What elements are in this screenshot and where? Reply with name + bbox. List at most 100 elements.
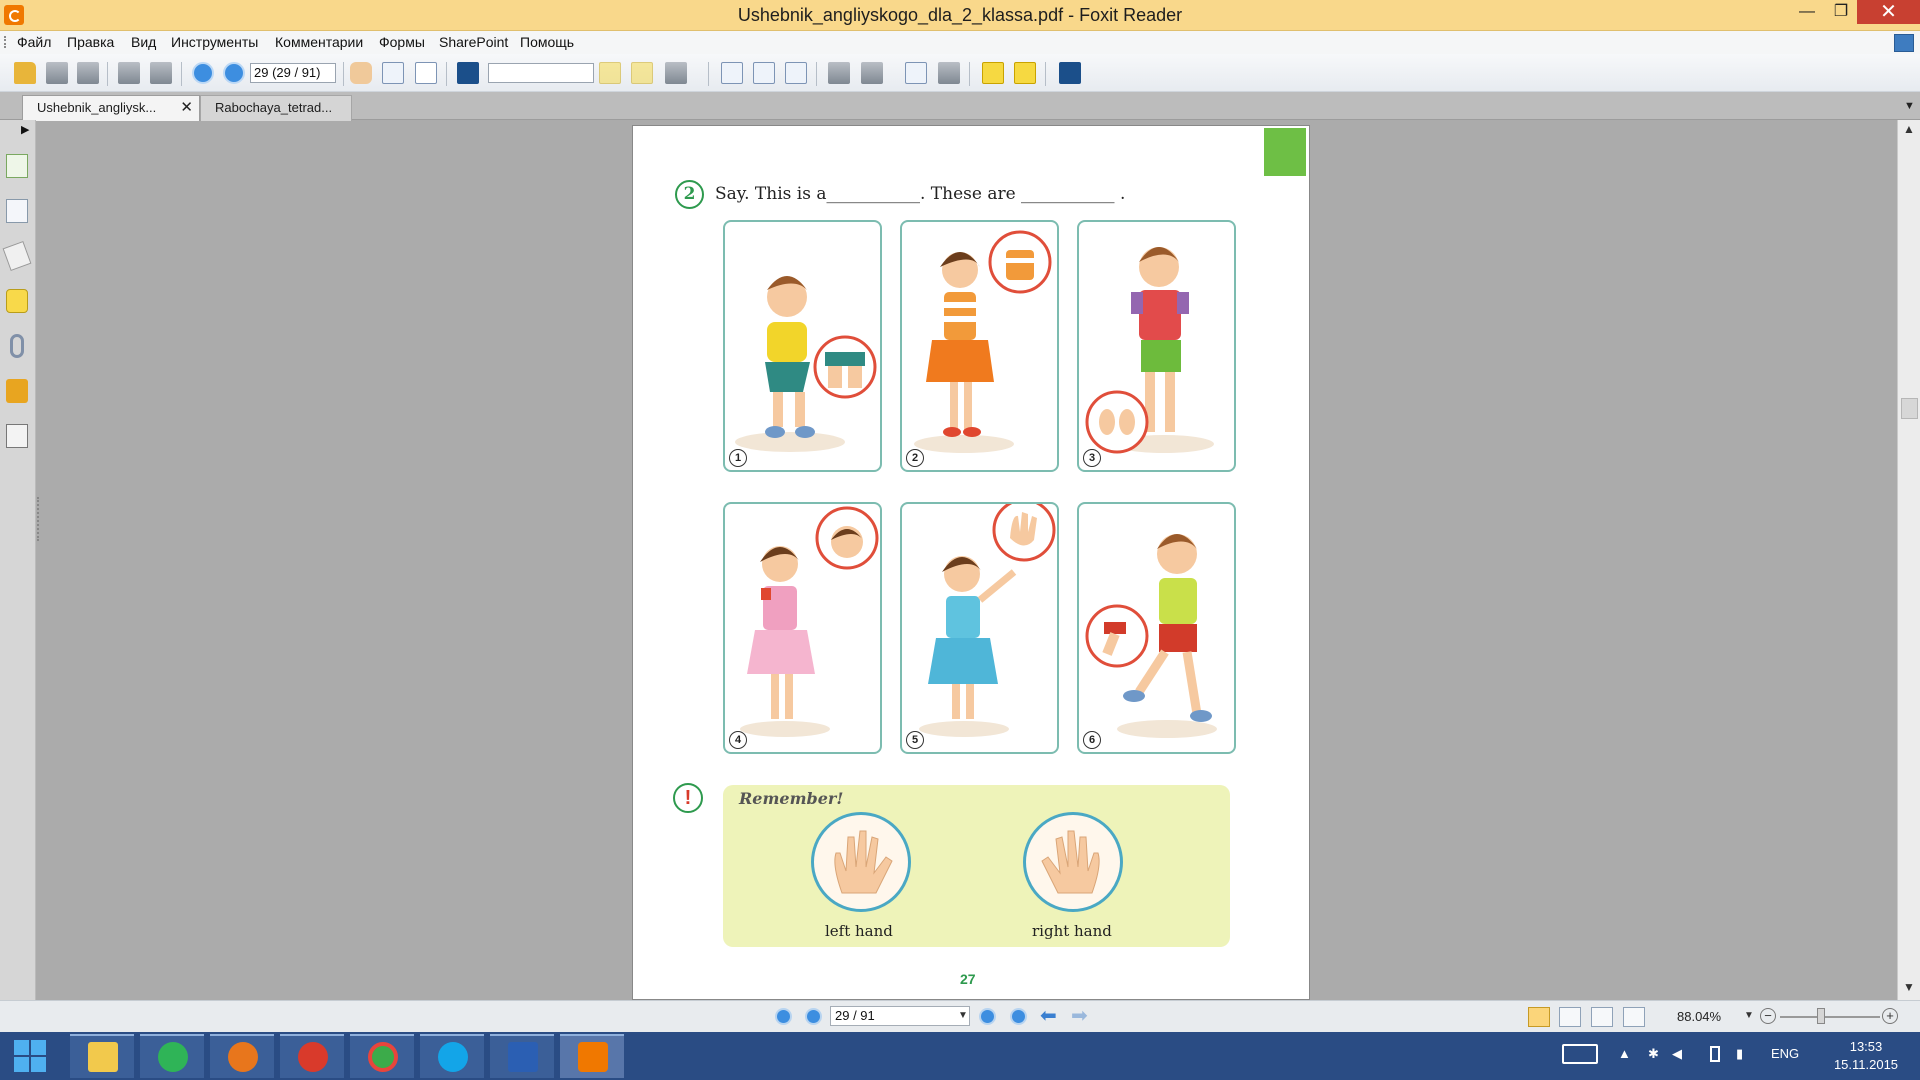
- menu-view[interactable]: Вид: [131, 33, 156, 52]
- zoom-slider[interactable]: [1780, 1016, 1880, 1018]
- typewriter-icon[interactable]: [982, 62, 1004, 84]
- show-hidden-icons[interactable]: ▲: [1618, 1046, 1631, 1061]
- layers-icon[interactable]: [2, 240, 32, 272]
- scroll-down-icon[interactable]: ▼: [1903, 980, 1915, 994]
- menu-forms[interactable]: Формы: [379, 33, 425, 52]
- mail-agent-taskbar[interactable]: [140, 1034, 204, 1078]
- page-number-input[interactable]: 29 (29 / 91): [250, 63, 336, 83]
- vertical-scrollbar[interactable]: ▲ ▼: [1897, 120, 1920, 1000]
- start-button[interactable]: [0, 1032, 60, 1080]
- facing-view-icon[interactable]: [1591, 1007, 1613, 1027]
- actual-size-icon[interactable]: [721, 62, 743, 84]
- menu-help[interactable]: Помощь: [520, 33, 574, 52]
- last-page-icon[interactable]: [1010, 1008, 1027, 1025]
- minimize-button[interactable]: —: [1788, 0, 1826, 24]
- network-signal-icon[interactable]: ▮: [1736, 1046, 1743, 1062]
- previous-page-icon[interactable]: [805, 1008, 822, 1025]
- sharepoint-icon[interactable]: [1059, 62, 1081, 84]
- girl-waving-illustration: [919, 504, 1056, 737]
- go-forward-icon[interactable]: ➡: [1071, 1006, 1088, 1026]
- scroll-thumb[interactable]: [1901, 398, 1918, 419]
- menu-edit[interactable]: Правка: [67, 33, 114, 52]
- foxit-icon: [578, 1042, 608, 1072]
- scroll-up-icon[interactable]: ▲: [1903, 122, 1915, 136]
- zoom-in-icon[interactable]: +: [1882, 1008, 1898, 1024]
- keyboard-icon[interactable]: [1562, 1044, 1598, 1064]
- card-number: 1: [729, 449, 747, 467]
- bluetooth-icon[interactable]: ✱: [1648, 1046, 1659, 1062]
- windows-logo-icon: [14, 1040, 29, 1055]
- attachments-icon[interactable]: [10, 334, 24, 358]
- word-taskbar[interactable]: [490, 1034, 554, 1078]
- file-explorer-taskbar[interactable]: [70, 1034, 134, 1078]
- card-number: 6: [1083, 731, 1101, 749]
- close-button[interactable]: ✕: [1857, 0, 1920, 24]
- previous-page-icon[interactable]: [192, 62, 214, 84]
- foxit-taskbar[interactable]: [560, 1034, 624, 1078]
- picture-card: 4: [723, 502, 882, 754]
- print-icon[interactable]: [118, 62, 140, 84]
- clock[interactable]: 13:53 15.11.2015: [1820, 1038, 1912, 1074]
- select-text-icon[interactable]: [382, 62, 404, 84]
- yandex-browser-taskbar[interactable]: [280, 1034, 344, 1078]
- windows-taskbar: ▲ ✱ ◀ ▮ ENG 13:53 15.11.2015: [0, 1032, 1920, 1080]
- continuous-view-icon[interactable]: [1559, 1007, 1581, 1027]
- menu-file[interactable]: Файл: [17, 33, 51, 52]
- continuous-facing-view-icon[interactable]: [1623, 1007, 1645, 1027]
- volume-icon[interactable]: ◀: [1672, 1046, 1682, 1062]
- zoom-out-icon[interactable]: −: [1760, 1008, 1776, 1024]
- battery-icon[interactable]: [1710, 1046, 1720, 1062]
- pointer-icon[interactable]: [415, 62, 437, 84]
- first-page-icon[interactable]: [775, 1008, 792, 1025]
- zoom-dropdown-icon[interactable]: ▼: [1744, 1007, 1756, 1025]
- bookmarks-icon[interactable]: [6, 154, 28, 178]
- language-indicator[interactable]: ENG: [1771, 1046, 1799, 1061]
- panel-splitter[interactable]: [37, 497, 40, 541]
- signatures-icon[interactable]: [6, 424, 28, 448]
- find-binoculars-icon[interactable]: [457, 62, 479, 84]
- save-all-icon[interactable]: [77, 62, 99, 84]
- create-pdf-icon[interactable]: [828, 62, 850, 84]
- convert-icon[interactable]: [861, 62, 883, 84]
- menu-sharepoint[interactable]: SharePoint: [439, 33, 508, 52]
- go-back-icon[interactable]: ⬅: [1040, 1006, 1057, 1026]
- find-next-icon[interactable]: [631, 62, 653, 84]
- email-icon[interactable]: [150, 62, 172, 84]
- find-prev-icon[interactable]: [599, 62, 621, 84]
- export-icon[interactable]: [905, 62, 927, 84]
- note-icon[interactable]: [1014, 62, 1036, 84]
- fit-width-icon[interactable]: [785, 62, 807, 84]
- firefox-taskbar[interactable]: [210, 1034, 274, 1078]
- card-number: 2: [906, 449, 924, 467]
- hand-tool-icon[interactable]: [350, 62, 372, 84]
- fit-page-icon[interactable]: [753, 62, 775, 84]
- skype-taskbar[interactable]: [420, 1034, 484, 1078]
- tab-ushebnik[interactable]: Ushebnik_angliysk... ✕: [22, 95, 200, 121]
- status-page-input[interactable]: 29 / 91: [830, 1006, 970, 1026]
- tab-list-dropdown-icon[interactable]: ▼: [1904, 100, 1915, 112]
- single-page-view-icon[interactable]: [1528, 1007, 1550, 1027]
- compare-icon[interactable]: [938, 62, 960, 84]
- tab-close-icon[interactable]: ✕: [180, 96, 193, 120]
- expand-panel-icon[interactable]: ▶: [21, 123, 29, 136]
- next-page-icon[interactable]: [223, 62, 245, 84]
- page-dropdown-icon[interactable]: ▼: [958, 1007, 970, 1025]
- next-page-icon[interactable]: [979, 1008, 996, 1025]
- highlight-icon[interactable]: [665, 62, 687, 84]
- zoom-level[interactable]: 88.04%: [1677, 1009, 1721, 1024]
- menu-tools[interactable]: Инструменты: [171, 33, 258, 52]
- security-lock-icon[interactable]: [6, 379, 28, 403]
- search-input[interactable]: [488, 63, 594, 83]
- fullscreen-icon[interactable]: [1894, 34, 1914, 52]
- chrome-taskbar[interactable]: [350, 1034, 414, 1078]
- skype-icon: [438, 1042, 468, 1072]
- zoom-slider-thumb[interactable]: [1817, 1008, 1825, 1024]
- comments-icon[interactable]: [6, 289, 28, 313]
- maximize-button[interactable]: ❐: [1822, 0, 1860, 24]
- open-icon[interactable]: [14, 62, 36, 84]
- picture-card: 1: [723, 220, 882, 472]
- tab-rabochaya[interactable]: Rabochaya_tetrad...: [200, 95, 352, 121]
- save-icon[interactable]: [46, 62, 68, 84]
- pages-icon[interactable]: [6, 199, 28, 223]
- menu-comments[interactable]: Комментарии: [275, 33, 363, 52]
